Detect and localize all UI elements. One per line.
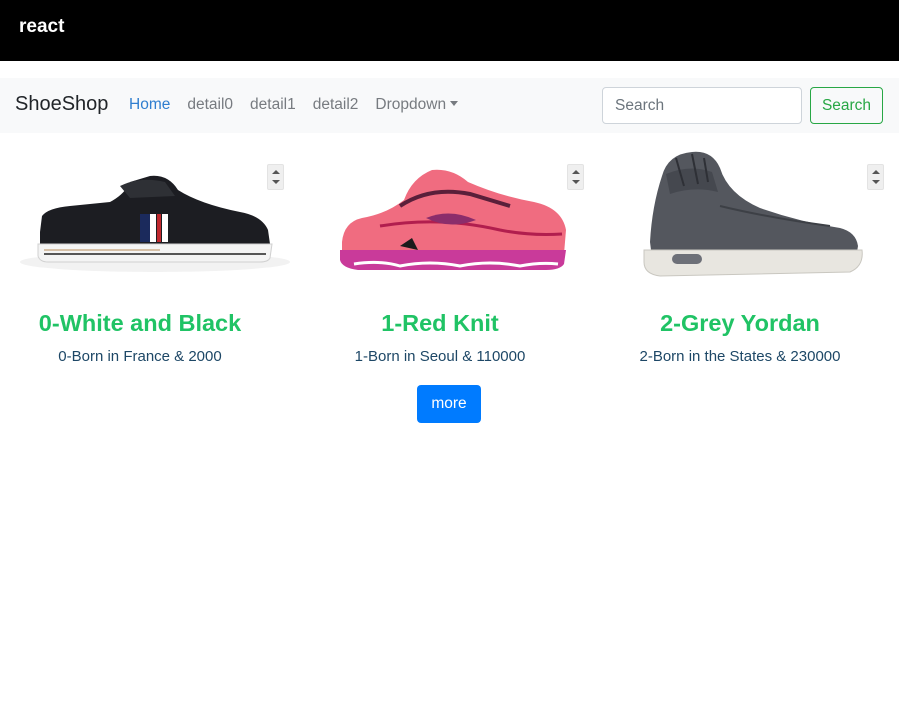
- product-title: 2-Grey Yordan: [660, 310, 820, 336]
- product-title: 1-Red Knit: [381, 310, 499, 336]
- stepper-down-icon[interactable]: [272, 180, 280, 184]
- caret-down-icon: [450, 101, 459, 106]
- product-image: [20, 175, 290, 272]
- quantity-stepper[interactable]: [267, 164, 284, 190]
- nav-link-detail0[interactable]: detail0: [187, 96, 233, 114]
- stepper-down-icon[interactable]: [572, 180, 580, 184]
- more-button[interactable]: more: [417, 385, 481, 423]
- nav-link-detail1[interactable]: detail1: [250, 96, 296, 114]
- stepper-up-icon[interactable]: [572, 170, 580, 174]
- nav-dropdown-label: Dropdown: [375, 96, 447, 113]
- app-header: react: [0, 0, 899, 61]
- quantity-stepper[interactable]: [867, 164, 884, 190]
- product-description: 2-Born in the States & 230000: [639, 348, 841, 365]
- product-title: 0-White and Black: [38, 310, 242, 336]
- product-image: [643, 151, 863, 277]
- stepper-up-icon[interactable]: [272, 170, 280, 174]
- nav-link-home[interactable]: Home: [129, 96, 170, 114]
- quantity-stepper[interactable]: [567, 164, 584, 190]
- stepper-up-icon[interactable]: [872, 170, 880, 174]
- navbar-brand[interactable]: ShoeShop: [15, 93, 108, 116]
- nav-links: Home detail0 detail1 detail2 Dropdown: [129, 96, 459, 114]
- app-title: react: [19, 16, 65, 37]
- product-description: 1-Born in Seoul & 110000: [354, 348, 526, 365]
- nav-dropdown[interactable]: Dropdown: [375, 96, 459, 114]
- search-input[interactable]: [602, 87, 802, 124]
- product-description: 0-Born in France & 2000: [58, 348, 222, 365]
- search-button[interactable]: Search: [810, 87, 883, 124]
- nav-link-detail2[interactable]: detail2: [313, 96, 359, 114]
- product-image: [340, 169, 566, 270]
- stepper-down-icon[interactable]: [872, 180, 880, 184]
